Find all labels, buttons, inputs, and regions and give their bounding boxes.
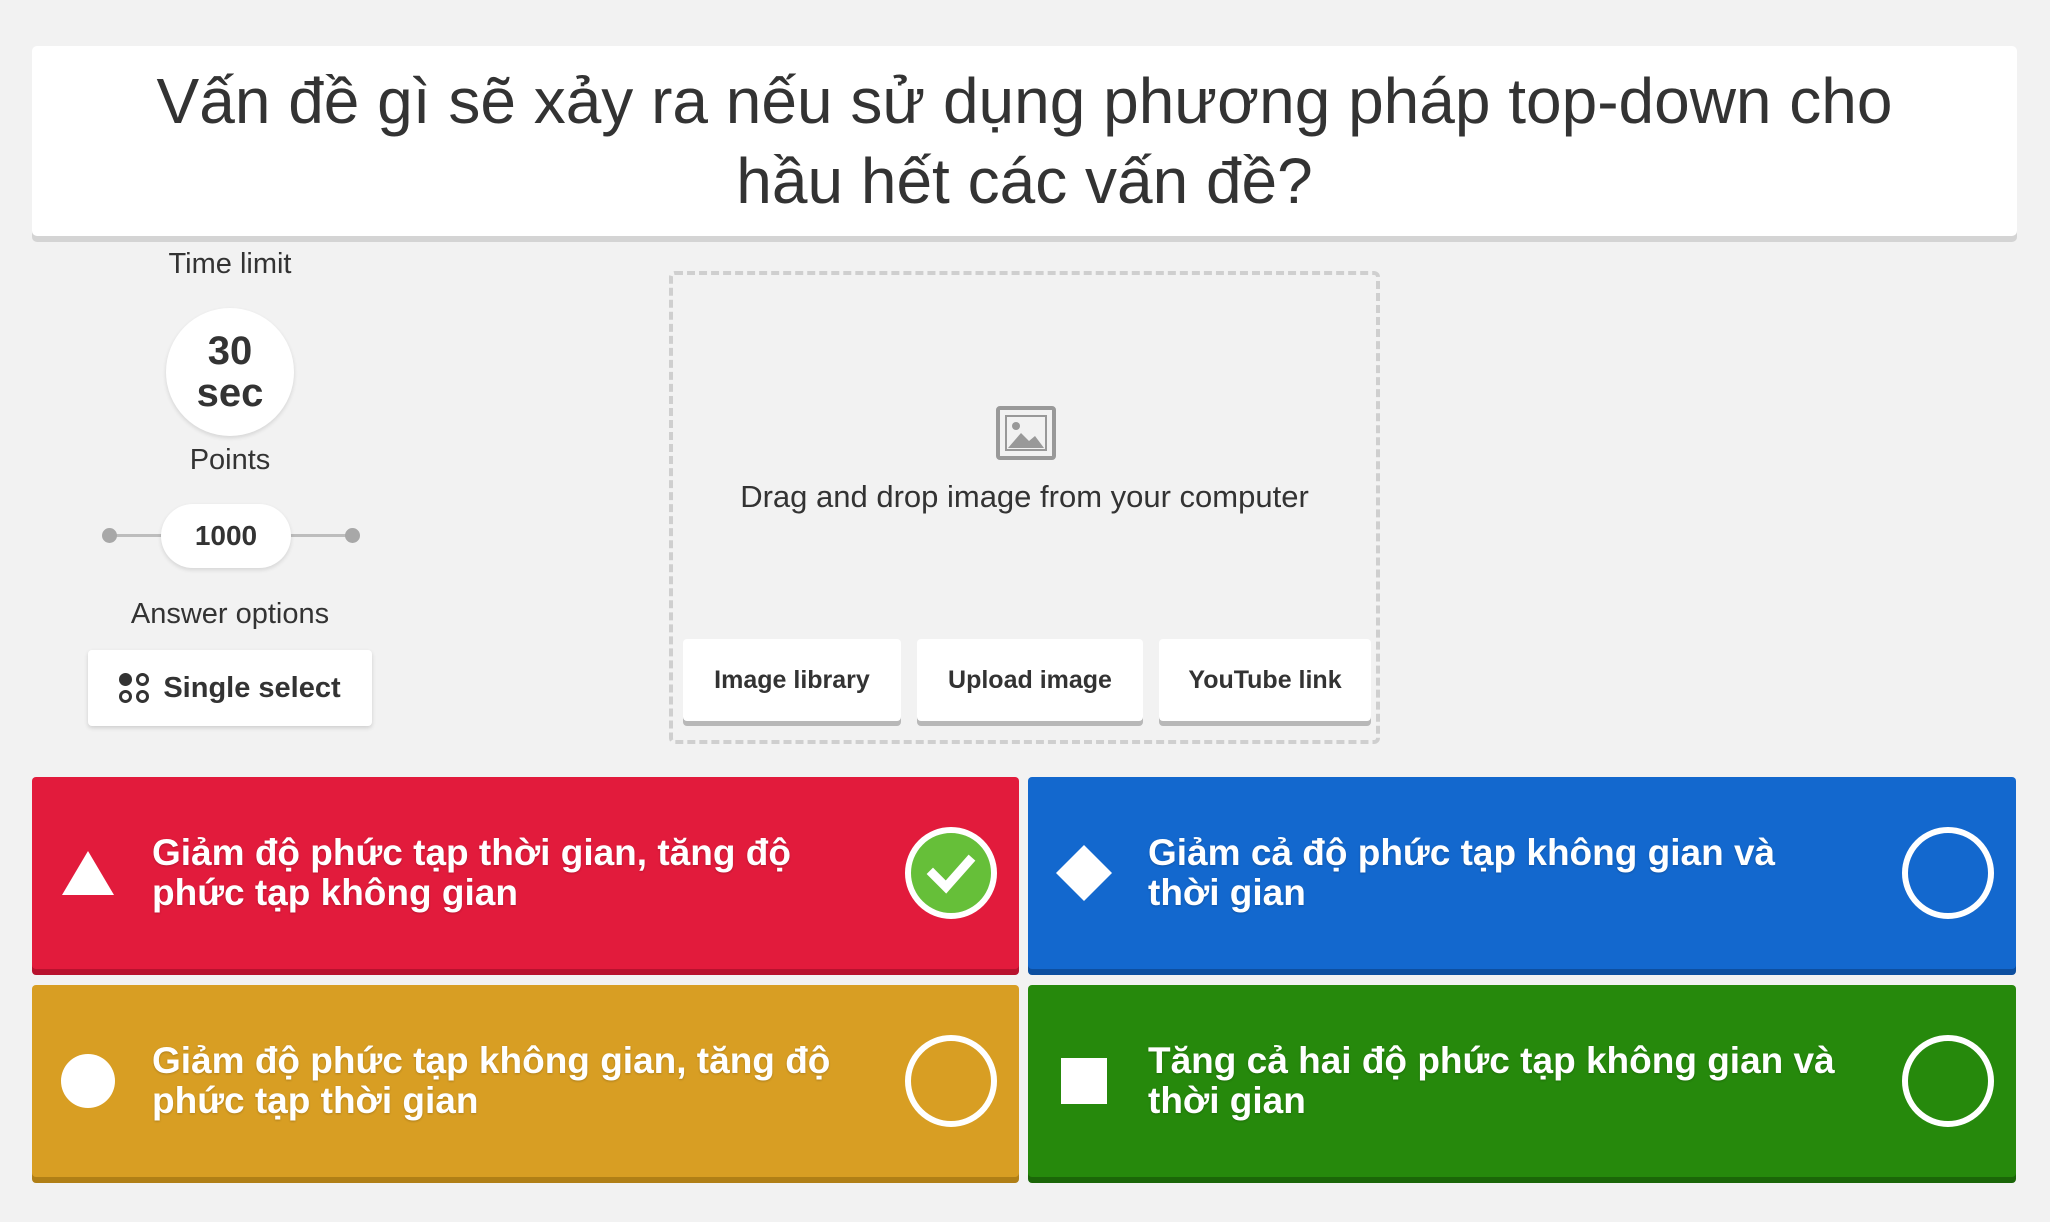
answer-text[interactable]: Giảm độ phức tạp không gian, tăng độ phứ… [152,1041,852,1121]
image-library-button[interactable]: Image library [683,639,901,721]
correct-answer-toggle[interactable] [905,827,997,919]
time-limit-button[interactable]: 30 sec [166,308,294,436]
square-icon [1061,1058,1107,1104]
points-value[interactable]: 1000 [161,504,291,568]
drag-drop-text: Drag and drop image from your computer [740,479,1309,514]
answer-option-1[interactable]: Giảm độ phức tạp thời gian, tăng độ phức… [32,777,1019,969]
points-label: Points [189,444,271,476]
answer-text[interactable]: Giảm cả độ phức tạp không gian và thời g… [1148,833,1848,913]
answer-text[interactable]: Giảm độ phức tạp thời gian, tăng độ phức… [152,833,852,913]
correct-answer-toggle[interactable] [905,1035,997,1127]
points-min-dot[interactable] [102,528,117,543]
answer-option-2[interactable]: Giảm cả độ phức tạp không gian và thời g… [1028,777,2016,969]
diamond-icon [1056,845,1112,901]
time-value: 30 [207,329,253,373]
answer-option-4[interactable]: Tăng cả hai độ phức tạp không gian và th… [1028,985,2016,1177]
checkmark-icon [926,854,976,894]
question-box[interactable]: Vấn đề gì sẽ xảy ra nếu sử dụng phương p… [32,46,2017,236]
image-icon [996,406,1056,460]
correct-answer-toggle[interactable] [1902,1035,1994,1127]
youtube-link-button[interactable]: YouTube link [1159,639,1371,721]
answer-text[interactable]: Tăng cả hai độ phức tạp không gian và th… [1148,1041,1848,1121]
media-dropzone[interactable]: Drag and drop image from your computer I… [669,271,1380,744]
upload-image-button[interactable]: Upload image [917,639,1143,721]
answer-option-3[interactable]: Giảm độ phức tạp không gian, tăng độ phứ… [32,985,1019,1177]
single-select-label: Single select [163,671,341,704]
answer-options-label: Answer options [130,598,330,630]
triangle-icon [62,851,114,895]
correct-answer-toggle[interactable] [1902,827,1994,919]
time-unit: sec [196,371,264,415]
time-limit-label: Time limit [168,248,292,280]
points-max-dot[interactable] [345,528,360,543]
question-text[interactable]: Vấn đề gì sẽ xảy ra nếu sử dụng phương p… [122,61,1927,221]
dots-grid-icon [119,673,149,703]
settings-panel: Time limit 30 sec Points 1000 Answer opt… [0,236,460,756]
points-slider[interactable]: 1000 [100,504,362,568]
single-select-button[interactable]: Single select [88,650,372,726]
circle-icon [61,1054,115,1108]
